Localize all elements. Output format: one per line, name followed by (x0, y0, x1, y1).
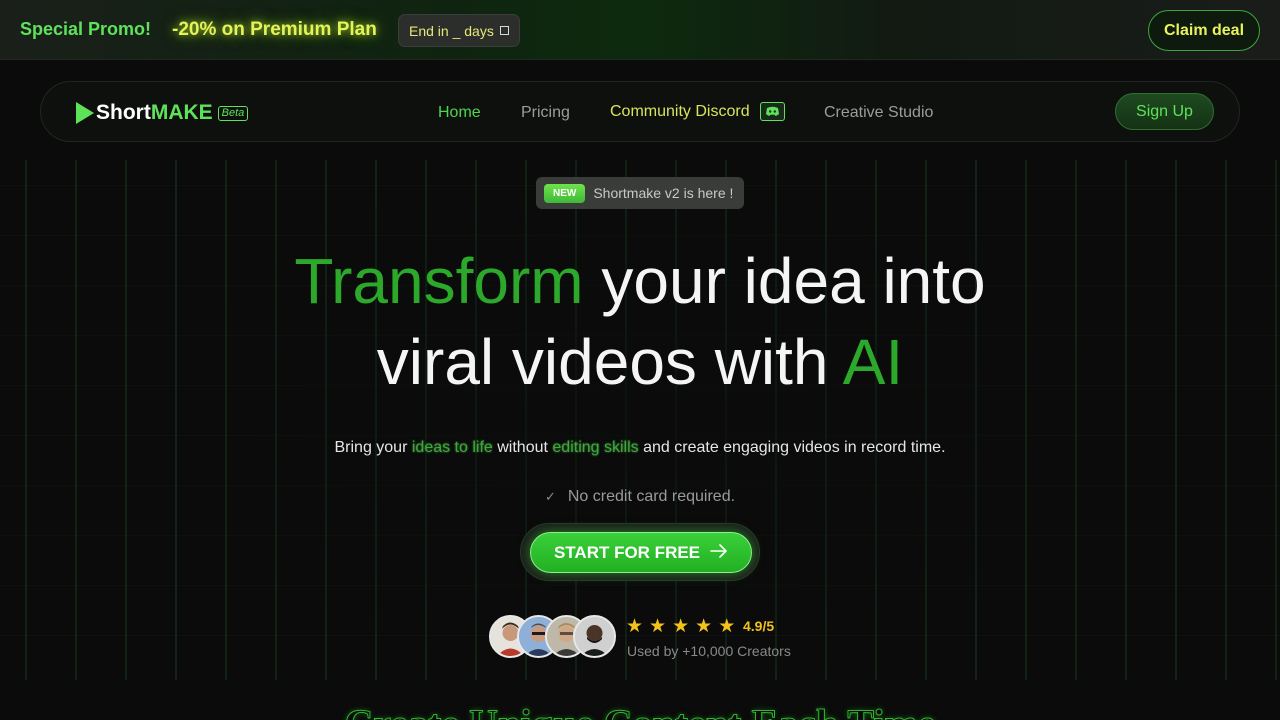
no-credit-card-note: ✓ No credit card required. (0, 488, 1280, 506)
nav-link-creative-studio[interactable]: Creative Studio (824, 104, 933, 122)
subtitle-text-2: without (492, 439, 553, 456)
cta-wrapper: START FOR FREE (520, 523, 760, 581)
star-icon: ★ (718, 616, 736, 637)
subtitle-highlight-1: ideas to life (411, 439, 493, 456)
nav-link-home[interactable]: Home (438, 104, 481, 122)
subtitle-highlight-2: editing skills (552, 439, 639, 456)
start-for-free-label: START FOR FREE (553, 542, 701, 562)
arrow-right-icon (710, 543, 728, 563)
logo-text-make: MAKE (150, 101, 213, 124)
nav-link-discord[interactable]: Community Discord (610, 102, 785, 121)
headline-text-1: your idea into (583, 245, 986, 317)
star-icon: ★ (695, 616, 713, 637)
check-icon: ✓ (544, 489, 556, 504)
used-by-count: Used by +10,000 Creators (627, 643, 791, 659)
start-for-free-button[interactable]: START FOR FREE (530, 532, 752, 573)
no-credit-card-text: No credit card required. (567, 488, 736, 505)
main-navbar: Short MAKE Beta Home Pricing Community D… (40, 81, 1240, 142)
headline-accent-ai: AI (842, 326, 904, 398)
play-icon (76, 102, 94, 124)
nav-link-pricing[interactable]: Pricing (521, 104, 570, 122)
logo-text-short: Short (96, 101, 151, 124)
missing-glyph-icon (499, 26, 509, 35)
claim-deal-button[interactable]: Claim deal (1148, 10, 1260, 51)
headline-text-2: viral videos with (376, 326, 843, 398)
next-section-title: Create Unique Content Each Time (0, 700, 1280, 720)
star-icon: ★ (672, 616, 690, 637)
new-badge: NEW (544, 183, 586, 203)
rating-stars: ★ ★ ★ ★ ★ (626, 615, 735, 638)
subtitle-text-3: and create engaging videos in record tim… (638, 439, 946, 456)
promo-countdown: End in _ days (398, 14, 520, 47)
promo-countdown-text: End in _ days (409, 22, 494, 39)
hero-headline-line2: viral videos with AI (0, 325, 1280, 399)
subtitle-text-1: Bring your (334, 439, 412, 456)
promo-title: Special Promo! (20, 19, 152, 39)
star-icon: ★ (626, 616, 644, 637)
discord-icon (759, 102, 785, 121)
nav-link-discord-label: Community Discord (610, 102, 750, 120)
hero-subtitle: Bring your ideas to life without editing… (0, 439, 1280, 457)
rating-value: 4.9/5 (743, 618, 775, 634)
promo-offer: -20% on Premium Plan (172, 19, 377, 40)
headline-accent-transform: Transform (294, 245, 584, 317)
star-icon: ★ (649, 616, 667, 637)
announcement-text: Shortmake v2 is here ! (593, 185, 734, 201)
beta-badge: Beta (217, 105, 249, 121)
logo[interactable]: Short MAKE Beta (76, 101, 249, 125)
promo-banner: Special Promo! -20% on Premium Plan End … (0, 0, 1280, 60)
avatar (573, 615, 616, 658)
sign-up-button[interactable]: Sign Up (1115, 93, 1214, 130)
announcement-pill[interactable]: NEW Shortmake v2 is here ! (536, 177, 744, 209)
hero-headline-line1: Transform your idea into (0, 244, 1280, 318)
